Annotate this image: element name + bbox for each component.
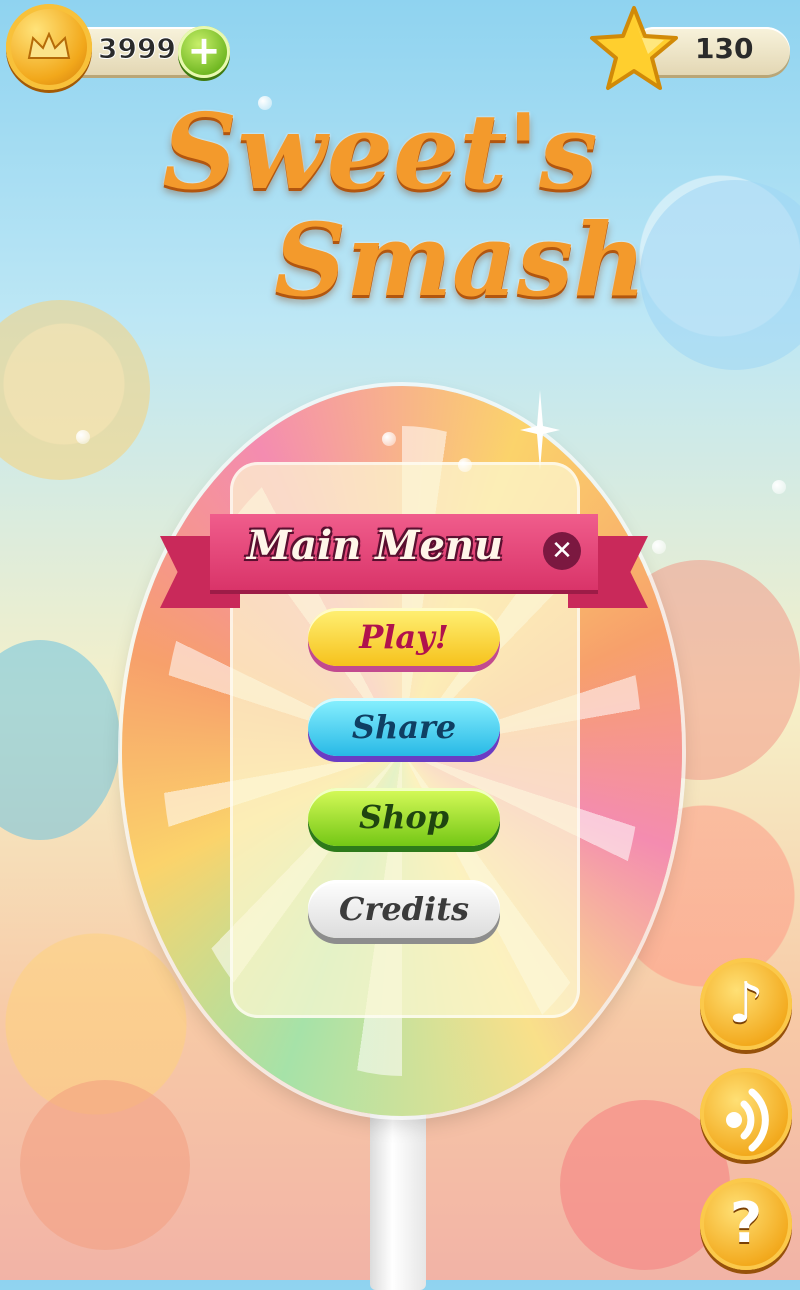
shop-button[interactable]: Shop [308, 788, 500, 846]
main-menu-title: Main Menu [246, 522, 504, 569]
game-title: Sweet's Smash [60, 100, 740, 319]
sparkle-icon [520, 390, 560, 470]
plus-icon: + [187, 28, 221, 74]
water-drop [458, 458, 472, 472]
play-button[interactable]: Play! [308, 608, 500, 666]
water-drop [382, 432, 396, 446]
help-button[interactable]: ? [700, 1178, 792, 1270]
title-line-2: Smash [274, 201, 646, 319]
add-coins-button[interactable]: + [178, 26, 230, 78]
sound-icon [726, 1088, 769, 1152]
sound-button[interactable] [700, 1068, 792, 1160]
water-drop [76, 430, 90, 444]
star-count: 130 [695, 32, 754, 65]
lollipop-stick [370, 1090, 426, 1290]
crown-coin-icon [6, 4, 92, 90]
water-drop [652, 540, 666, 554]
credits-button[interactable]: Credits [308, 880, 500, 938]
music-note-icon: ♪ [728, 971, 764, 1036]
background-candy [20, 1080, 190, 1250]
close-icon: ✕ [551, 536, 573, 566]
music-button[interactable]: ♪ [700, 958, 792, 1050]
coin-count: 3999 [98, 32, 177, 66]
title-line-1: Sweet's [162, 90, 598, 213]
star-icon [590, 6, 678, 90]
water-drop [258, 96, 272, 110]
water-drop [772, 480, 786, 494]
close-button[interactable]: ✕ [543, 532, 581, 570]
share-button[interactable]: Share [308, 698, 500, 756]
